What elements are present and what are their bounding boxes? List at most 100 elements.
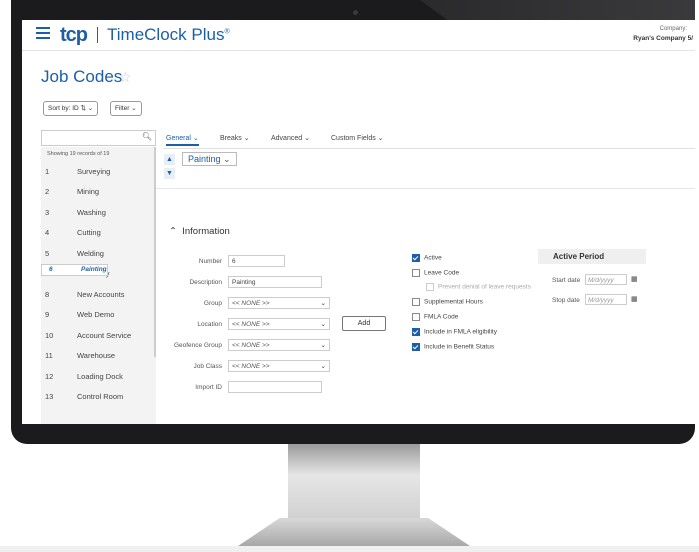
list-item-number: 13 xyxy=(45,392,54,402)
list-item[interactable]: 9 Web Demo xyxy=(41,305,156,326)
logo-text: TimeClock Plus® xyxy=(107,25,230,45)
record-selector[interactable]: Painting ⌄ xyxy=(182,152,237,166)
prevent-denial-label: Prevent denial of leave requests xyxy=(438,283,531,291)
screen: tcp TimeClock Plus® Company: Ryan's Comp… xyxy=(22,20,695,424)
geofence-label: Geofence Group xyxy=(173,342,222,349)
fmla-eligibility-checkbox[interactable]: Include in FMLA eligibility xyxy=(412,328,497,336)
chevron-up-icon: ⌃ xyxy=(169,226,177,237)
job-class-label: Job Class xyxy=(193,363,222,370)
list-item-number: 5 xyxy=(45,248,50,258)
sort-button[interactable]: Sort by: ID ⇅ ⌄ xyxy=(43,101,99,116)
tab-general-label: General xyxy=(166,135,191,142)
group-select[interactable]: << NONE >> ⌄ xyxy=(228,297,330,309)
import-id-field[interactable] xyxy=(228,381,322,393)
list-item[interactable]: 4 Cutting xyxy=(41,223,156,244)
list-item[interactable]: 5 Welding xyxy=(41,243,156,264)
search-input[interactable]: 🔍︎ xyxy=(41,130,156,146)
list-item-number: 6 xyxy=(49,265,53,273)
chevron-down-icon: ⌄ xyxy=(320,363,326,370)
import-id-label: Import ID xyxy=(195,384,222,391)
tab-breaks-label: Breaks xyxy=(220,135,242,142)
list-item[interactable]: 6 Painting xyxy=(41,263,108,276)
leave-code-checkbox[interactable]: Leave Code xyxy=(412,269,459,277)
company-name[interactable]: Ryan's Company 5/ xyxy=(633,35,693,42)
location-label: Location xyxy=(197,321,222,328)
geofence-select[interactable]: << NONE >> ⌄ xyxy=(228,339,330,351)
number-field[interactable]: 6 xyxy=(228,255,285,267)
record-selector-bar xyxy=(156,148,695,189)
tab-custom-fields-label: Custom Fields xyxy=(331,135,376,142)
tab-advanced[interactable]: Advanced ⌄ xyxy=(271,134,310,142)
job-class-select[interactable]: << NONE >> ⌄ xyxy=(228,360,330,372)
list-item-name: Cutting xyxy=(77,228,101,238)
list-item[interactable]: 12 Loading Dock xyxy=(41,366,156,387)
list-item-number: 1 xyxy=(45,166,50,176)
location-select[interactable]: << NONE >> ⌄ xyxy=(228,318,330,330)
list-item-number: 9 xyxy=(45,310,50,320)
record-selector-label: Painting xyxy=(188,154,221,164)
floor xyxy=(0,546,699,552)
next-record-icon[interactable]: ▼ xyxy=(164,168,175,179)
add-button[interactable]: Add xyxy=(342,316,386,331)
logo-mark: tcp xyxy=(60,24,88,46)
list-item-number: 4 xyxy=(45,228,50,238)
sort-order-icon: ⇅ ⌄ xyxy=(80,105,94,112)
favorite-star-icon[interactable]: ☆ xyxy=(119,69,132,86)
description-field[interactable]: Painting xyxy=(228,276,322,288)
checkbox-checked-icon xyxy=(412,343,420,351)
list-item[interactable]: 2 Mining xyxy=(41,182,156,203)
list-item[interactable]: 13 Control Room xyxy=(41,387,156,408)
list-item-number: 3 xyxy=(45,207,50,217)
tab-general[interactable]: General ⌄ xyxy=(166,134,199,146)
previous-record-icon[interactable]: ▲ xyxy=(164,154,175,165)
list-item[interactable]: 11 Warehouse xyxy=(41,346,156,367)
record-count: Showing 19 records of 19 xyxy=(47,151,110,157)
active-period-heading: Active Period xyxy=(538,249,646,264)
list-item-name: Painting xyxy=(81,265,107,273)
fmla-code-label: FMLA Code xyxy=(424,313,459,321)
benefit-status-checkbox[interactable]: Include in Benefit Status xyxy=(412,343,494,351)
benefit-status-label: Include in Benefit Status xyxy=(424,343,495,351)
checkbox-icon xyxy=(426,283,434,291)
list-item[interactable]: 8 New Accounts xyxy=(41,284,156,305)
chevron-down-icon: ⌄ xyxy=(320,342,326,349)
company-label: Company: xyxy=(659,26,687,32)
monitor-base xyxy=(238,518,470,546)
checkbox-icon xyxy=(412,298,420,306)
stop-date-label: Stop date xyxy=(552,297,580,304)
number-label: Number xyxy=(198,258,222,265)
fmla-code-checkbox[interactable]: FMLA Code xyxy=(412,313,458,321)
job-class-select-value: << NONE >> xyxy=(232,363,270,370)
supplemental-hours-checkbox[interactable]: Supplemental Hours xyxy=(412,298,483,306)
menu-icon[interactable] xyxy=(36,27,50,39)
bezel-glare xyxy=(420,0,695,20)
chevron-down-icon: ⌄ xyxy=(320,321,326,328)
list-item-name: Account Service xyxy=(77,330,132,340)
calendar-icon[interactable]: ▦ xyxy=(631,275,638,283)
checkbox-icon xyxy=(412,313,420,321)
tab-custom-fields[interactable]: Custom Fields ⌄ xyxy=(331,134,384,142)
logo-registered: ® xyxy=(224,28,230,36)
search-icon: 🔍︎ xyxy=(141,132,152,141)
list-item-number: 10 xyxy=(45,330,54,340)
logo-divider xyxy=(97,27,98,43)
list-item[interactable]: 1 Surveying xyxy=(41,161,156,182)
filter-button[interactable]: Filter ⌄ xyxy=(110,101,142,116)
active-checkbox[interactable]: Active xyxy=(412,254,442,262)
filter-label: Filter xyxy=(115,105,130,112)
stop-date-field[interactable]: M/d/yyyy xyxy=(585,294,627,305)
list-item[interactable]: 10 Account Service xyxy=(41,325,156,346)
monitor-stand xyxy=(288,444,420,522)
information-section-toggle[interactable]: ⌃ Information xyxy=(169,226,230,237)
list-item-name: Control Room xyxy=(77,392,124,402)
list-item-name: Web Demo xyxy=(77,310,115,320)
list-item[interactable]: 3 Washing xyxy=(41,202,156,223)
checkbox-checked-icon xyxy=(412,328,420,336)
calendar-icon[interactable]: ▦ xyxy=(631,295,638,303)
tab-breaks[interactable]: Breaks ⌄ xyxy=(220,134,250,142)
start-date-field[interactable]: M/d/yyyy xyxy=(585,274,627,285)
description-label: Description xyxy=(189,279,222,286)
list-item-name: Warehouse xyxy=(77,351,116,361)
chevron-down-icon: ⌄ xyxy=(320,300,326,307)
page-title: Job Codes xyxy=(41,67,123,86)
